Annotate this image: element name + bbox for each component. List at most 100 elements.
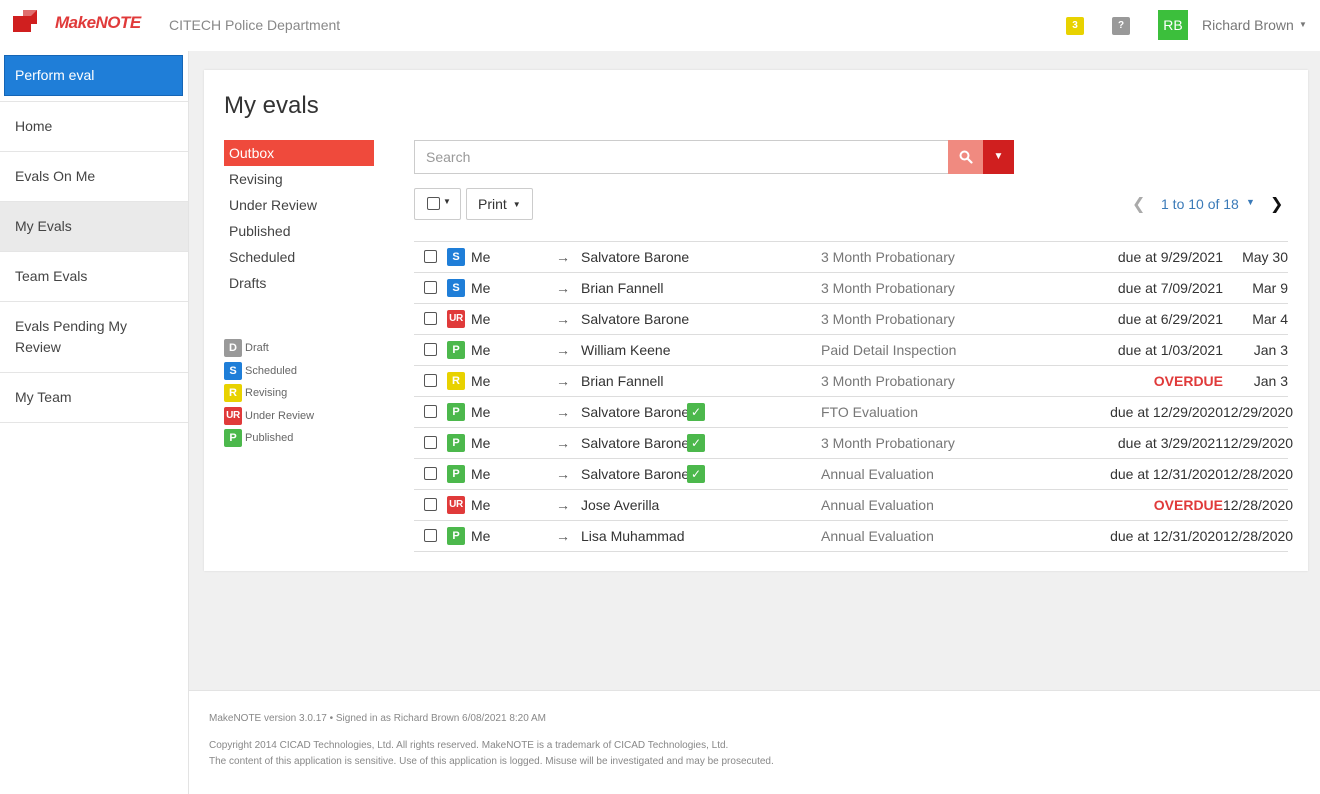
row-due: OVERDUE xyxy=(1153,497,1223,513)
table-row[interactable]: S Me → Brian Fannell 3 Month Probationary due… xyxy=(414,273,1288,304)
row-due: due at 1/03/2021 xyxy=(1117,342,1223,358)
row-subject[interactable]: Salvatore Barone xyxy=(581,304,689,334)
row-subject[interactable]: Salvatore Barone xyxy=(581,242,689,272)
usage-notice: The content of this application is sensi… xyxy=(209,756,774,767)
page-title: My evals xyxy=(224,92,319,119)
copyright-text: Copyright 2014 CICAD Technologies, Ltd. … xyxy=(209,740,729,751)
select-all-dropdown[interactable]: ▼ xyxy=(414,188,461,220)
row-due: due at 6/29/2021 xyxy=(1117,311,1223,327)
row-checkbox[interactable] xyxy=(424,281,437,294)
table-row[interactable]: UR Me → Jose Averilla Annual Evaluation OVERD… xyxy=(414,490,1293,521)
row-checkbox[interactable] xyxy=(424,374,437,387)
print-label: Print xyxy=(478,196,507,212)
status-badge: UR xyxy=(447,310,465,328)
sidebar-item-my-team[interactable]: My Team xyxy=(0,372,188,423)
table-row[interactable]: R Me → Brian Fannell 3 Month Probationary OVE… xyxy=(414,366,1288,397)
search-options-dropdown[interactable]: ▼ xyxy=(983,140,1014,174)
status-badge: S xyxy=(447,279,465,297)
row-due: OVERDUE xyxy=(1153,373,1223,389)
row-subject[interactable]: Salvatore Barone xyxy=(581,397,689,427)
table-row[interactable]: P Me → Salvatore Barone ✓ FTO Evaluation due a… xyxy=(414,397,1294,428)
row-date: 12/29/2020 xyxy=(1223,404,1294,420)
arrow-right-icon: → xyxy=(556,342,570,358)
app-name[interactable]: MakeNOTE xyxy=(55,13,141,33)
help-icon[interactable]: ? xyxy=(1112,17,1130,35)
row-checkbox[interactable] xyxy=(424,467,437,480)
row-eval-type: Annual Evaluation xyxy=(821,528,934,544)
table-row[interactable]: P Me → Salvatore Barone ✓ 3 Month Probationar… xyxy=(414,428,1293,459)
status-badge: P xyxy=(447,527,465,545)
row-checkbox[interactable] xyxy=(424,312,437,325)
folder-revising[interactable]: Revising xyxy=(224,166,374,192)
eval-list: S Me → Salvatore Barone 3 Month Probationary… xyxy=(414,241,1294,552)
table-row[interactable]: P Me → William Keene Paid Detail Inspection d… xyxy=(414,335,1288,366)
table-row[interactable]: S Me → Salvatore Barone 3 Month Probationary… xyxy=(414,242,1288,273)
notification-badge[interactable]: 3 xyxy=(1066,17,1084,35)
row-from: Me xyxy=(471,249,491,265)
row-checkbox[interactable] xyxy=(424,343,437,356)
sidebar-item-team-evals[interactable]: Team Evals xyxy=(0,251,188,301)
row-due: due at 12/31/2020 xyxy=(1110,466,1223,482)
search-button[interactable] xyxy=(948,140,983,174)
folder-drafts[interactable]: Drafts xyxy=(224,270,374,296)
makenote-logo-icon[interactable] xyxy=(13,10,37,32)
sidebar-item-evals-pending-review[interactable]: Evals Pending My Review xyxy=(0,301,188,372)
row-subject[interactable]: William Keene xyxy=(581,335,670,365)
row-date: Jan 3 xyxy=(1253,342,1288,358)
row-checkbox[interactable] xyxy=(424,498,437,511)
sidebar-item-my-evals[interactable]: My Evals xyxy=(0,201,188,251)
arrow-right-icon: → xyxy=(556,528,570,544)
print-button[interactable]: Print ▼ xyxy=(466,188,533,220)
row-eval-type: 3 Month Probationary xyxy=(821,311,955,327)
search-input[interactable]: Search xyxy=(414,140,949,174)
user-menu[interactable]: Richard Brown xyxy=(1202,17,1294,33)
row-from: Me xyxy=(471,373,491,389)
chevron-down-icon[interactable]: ▼ xyxy=(1299,20,1307,29)
arrow-right-icon: → xyxy=(556,497,570,513)
perform-eval-button[interactable]: Perform eval xyxy=(4,55,183,96)
row-eval-type: 3 Month Probationary xyxy=(821,373,955,389)
table-row[interactable]: P Me → Lisa Muhammad Annual Evaluation due at… xyxy=(414,521,1293,552)
caret-down-icon: ▼ xyxy=(512,200,521,209)
next-page-icon[interactable]: ❯ xyxy=(1270,194,1283,214)
row-subject[interactable]: Jose Averilla xyxy=(581,490,659,520)
avatar[interactable]: RB xyxy=(1158,10,1188,40)
legend-item: S Scheduled xyxy=(224,360,314,383)
row-due: due at 12/29/2020 xyxy=(1110,404,1223,420)
sidebar-item-evals-on-me[interactable]: Evals On Me xyxy=(0,151,188,201)
top-bar: MakeNOTE CITECH Police Department 3 ? RB… xyxy=(0,0,1320,51)
row-subject[interactable]: Salvatore Barone xyxy=(581,428,689,458)
row-checkbox[interactable] xyxy=(424,250,437,263)
search-icon xyxy=(959,150,973,164)
previous-page-icon[interactable]: ❮ xyxy=(1132,194,1145,214)
select-all-checkbox[interactable] xyxy=(427,197,440,210)
table-row[interactable]: UR Me → Salvatore Barone 3 Month Probationar… xyxy=(414,304,1288,335)
row-eval-type: 3 Month Probationary xyxy=(821,249,955,265)
row-eval-type: Paid Detail Inspection xyxy=(821,342,957,358)
scheduled-status-icon: S xyxy=(224,361,242,380)
row-checkbox[interactable] xyxy=(424,529,437,542)
row-subject[interactable]: Lisa Muhammad xyxy=(581,521,685,551)
folder-published[interactable]: Published xyxy=(224,218,374,244)
draft-status-icon: D xyxy=(224,339,242,358)
row-due: due at 12/31/2020 xyxy=(1110,528,1223,544)
caret-down-icon[interactable]: ▼ xyxy=(443,197,451,206)
folder-under-review[interactable]: Under Review xyxy=(224,192,374,218)
row-checkbox[interactable] xyxy=(424,436,437,449)
status-badge: P xyxy=(447,403,465,421)
row-checkbox[interactable] xyxy=(424,405,437,418)
row-eval-type: Annual Evaluation xyxy=(821,466,934,482)
legend-label: Scheduled xyxy=(245,364,297,377)
row-subject[interactable]: Brian Fannell xyxy=(581,366,664,396)
table-row[interactable]: P Me → Salvatore Barone ✓ Annual Evaluation du… xyxy=(414,459,1293,490)
caret-down-icon[interactable]: ▼ xyxy=(1246,197,1255,207)
row-from: Me xyxy=(471,280,491,296)
sidebar-item-home[interactable]: Home xyxy=(0,101,188,151)
row-subject[interactable]: Brian Fannell xyxy=(581,273,664,303)
pager-range[interactable]: 1 to 10 of 18 xyxy=(1161,196,1239,212)
row-subject[interactable]: Salvatore Barone xyxy=(581,459,689,489)
folder-outbox[interactable]: Outbox xyxy=(224,140,374,166)
folder-scheduled[interactable]: Scheduled xyxy=(224,244,374,270)
legend-item: UR Under Review xyxy=(224,405,314,428)
legend-label: Published xyxy=(245,432,294,445)
